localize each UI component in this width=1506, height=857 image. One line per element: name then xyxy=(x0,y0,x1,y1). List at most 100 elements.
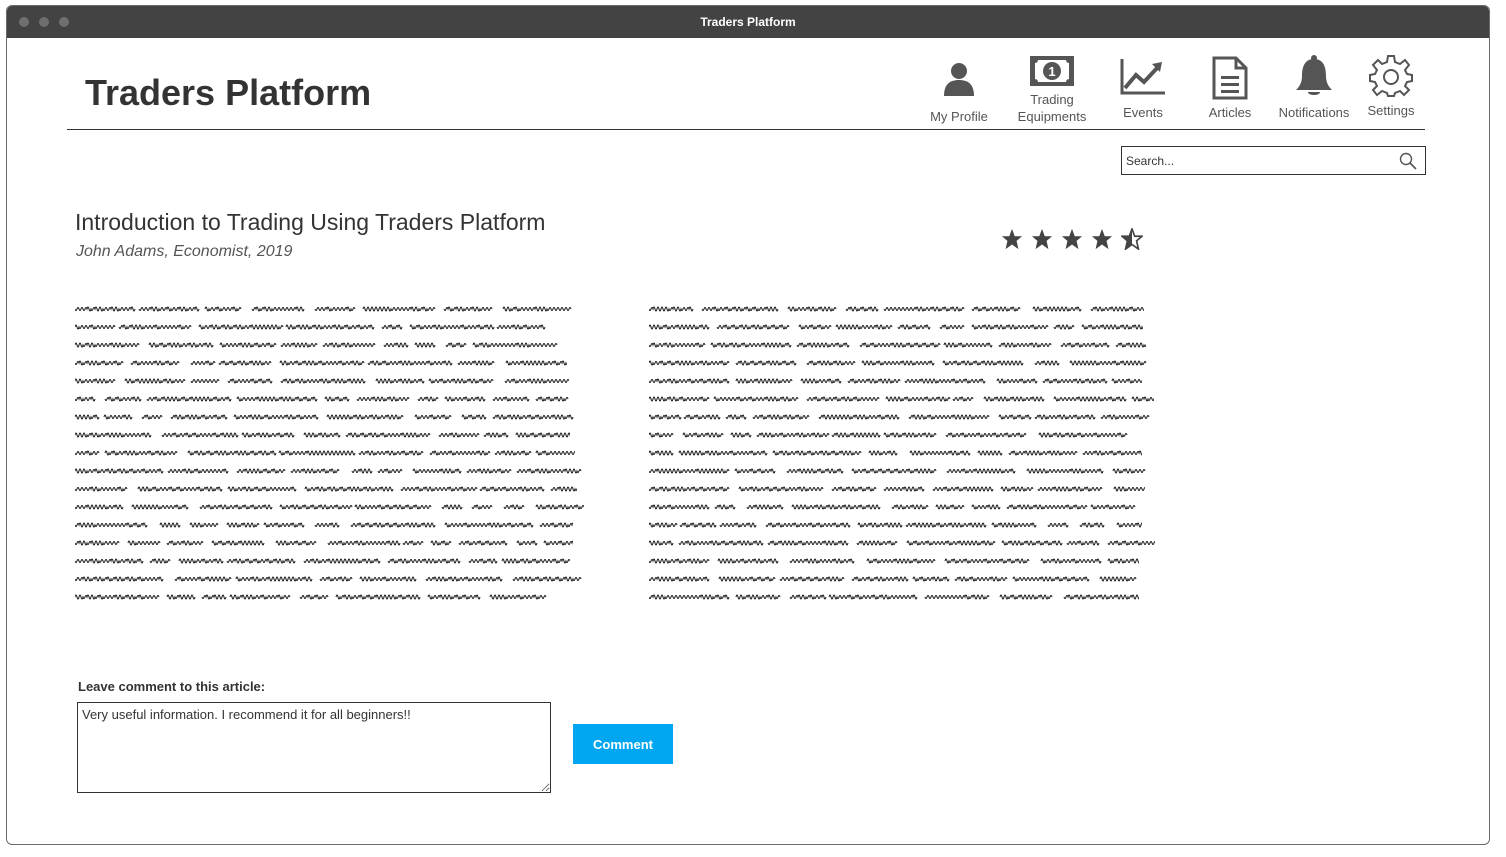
greeked-word xyxy=(75,414,100,420)
greeked-word xyxy=(1112,468,1146,474)
greeked-word xyxy=(789,594,827,600)
greeked-word xyxy=(1040,558,1102,564)
greeked-word xyxy=(314,306,356,312)
greeked-word xyxy=(935,504,965,510)
greeked-word xyxy=(998,342,1052,348)
greeked-word xyxy=(377,468,403,474)
comment-label: Leave comment to this article: xyxy=(78,679,266,694)
greeked-word xyxy=(201,594,227,600)
greeked-word xyxy=(383,342,409,348)
greeked-word xyxy=(932,486,994,492)
greeked-word xyxy=(735,594,781,600)
greeked-word xyxy=(492,414,574,420)
greeked-word xyxy=(235,576,313,582)
greeked-text-line xyxy=(75,342,558,348)
maximize-window-button[interactable] xyxy=(59,17,69,27)
greeked-word xyxy=(678,450,768,456)
greeked-word xyxy=(649,504,710,510)
star-half-icon[interactable] xyxy=(1121,228,1143,250)
greeked-word xyxy=(137,486,223,492)
star-full-icon[interactable] xyxy=(1001,228,1023,250)
greeked-word xyxy=(1038,432,1128,438)
greeked-word xyxy=(535,396,569,402)
article-rating[interactable] xyxy=(1001,228,1143,250)
greeked-word xyxy=(939,324,965,330)
greeked-word xyxy=(236,396,318,402)
nav-notifications[interactable]: Notifications xyxy=(1274,54,1354,121)
greeked-word xyxy=(999,594,1053,600)
star-full-icon[interactable] xyxy=(1031,228,1053,250)
greeked-word xyxy=(897,324,931,330)
greeked-word xyxy=(161,432,239,438)
greeked-word xyxy=(324,396,350,402)
greeked-word xyxy=(1053,324,1075,330)
greeked-word xyxy=(983,396,1045,402)
greeked-word xyxy=(471,504,493,510)
greeked-text-line xyxy=(649,306,1144,312)
search-input[interactable] xyxy=(1126,148,1391,173)
search-icon[interactable] xyxy=(1399,152,1417,170)
svg-text:1: 1 xyxy=(1048,64,1055,79)
article-title: Introduction to Trading Using Traders Pl… xyxy=(75,209,546,235)
comment-button[interactable]: Comment xyxy=(573,724,673,764)
greeked-word xyxy=(427,594,481,600)
nav-articles[interactable]: Articles xyxy=(1203,56,1257,121)
nav-my-profile[interactable]: My Profile xyxy=(924,58,994,125)
greeked-word xyxy=(649,522,678,528)
greeked-word xyxy=(227,378,273,384)
greeked-word xyxy=(952,396,974,402)
greeked-word xyxy=(905,522,987,528)
greeked-word xyxy=(359,576,417,582)
greeked-word xyxy=(445,342,467,348)
greeked-word xyxy=(550,486,577,492)
search-box[interactable] xyxy=(1121,146,1426,175)
greeked-text-line xyxy=(649,594,1139,600)
greeked-word xyxy=(75,450,100,456)
greeked-word xyxy=(103,414,133,420)
nav-label: My Profile xyxy=(930,109,988,124)
article-text-column-right xyxy=(649,302,1158,608)
greeked-word xyxy=(1006,504,1088,510)
greeked-word xyxy=(1116,522,1142,528)
greeked-word xyxy=(1115,342,1146,348)
greeked-word xyxy=(438,432,480,438)
nav-events[interactable]: Events xyxy=(1115,56,1171,121)
greeked-text-line xyxy=(75,396,569,402)
star-full-icon[interactable] xyxy=(1061,228,1083,250)
greeked-word xyxy=(468,558,498,564)
greeked-word xyxy=(75,540,120,546)
document-icon xyxy=(1212,56,1248,100)
greeked-word xyxy=(75,342,140,348)
greeked-word xyxy=(236,468,286,474)
greeked-word xyxy=(1001,540,1063,546)
greeked-word xyxy=(543,540,573,546)
nav-trading-equipments[interactable]: 1 Trading Equipments xyxy=(1012,54,1092,125)
window-titlebar: Traders Platform xyxy=(7,6,1489,38)
close-window-button[interactable] xyxy=(19,17,29,27)
greeked-word xyxy=(414,342,436,348)
greeked-text-line xyxy=(75,540,573,546)
greeked-word xyxy=(280,342,318,348)
greeked-word xyxy=(908,414,990,420)
greeked-word xyxy=(304,486,394,492)
minimize-window-button[interactable] xyxy=(39,17,49,27)
greeked-word xyxy=(649,558,710,564)
greeked-word xyxy=(649,378,730,384)
window-title: Traders Platform xyxy=(700,15,796,29)
greeked-text-line xyxy=(649,522,1142,528)
greeked-word xyxy=(971,504,1001,510)
greeked-word xyxy=(1066,540,1100,546)
article-author-meta: John Adams, Economist, 2019 xyxy=(76,243,293,260)
greeked-word xyxy=(924,594,990,600)
star-full-icon[interactable] xyxy=(1091,228,1113,250)
greeked-word xyxy=(1032,306,1082,312)
nav-settings[interactable]: Settings xyxy=(1363,54,1419,119)
greeked-word xyxy=(909,450,971,456)
greeked-word xyxy=(75,576,164,582)
greeked-word xyxy=(375,378,425,384)
greeked-text-line xyxy=(75,486,577,492)
greeked-word xyxy=(218,360,272,366)
greeked-word xyxy=(358,450,424,456)
comment-textarea[interactable]: Very useful information. I recommend it … xyxy=(77,702,551,793)
greeked-text-line xyxy=(649,558,1139,564)
